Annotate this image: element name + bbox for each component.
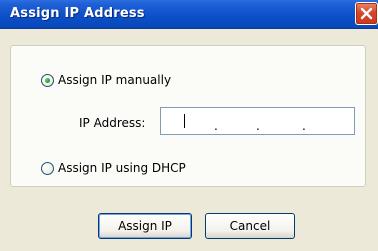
- dhcp-option-label: Assign IP using DHCP: [58, 161, 186, 175]
- ip-address-label: IP Address:: [79, 116, 146, 130]
- ip-separator: .: [214, 119, 218, 133]
- dhcp-radio[interactable]: [41, 161, 54, 175]
- radio-selected-dot: [45, 77, 50, 83]
- dialog-title: Assign IP Address: [10, 6, 145, 21]
- close-icon: [360, 7, 373, 20]
- ip-separator: .: [256, 119, 260, 133]
- assign-ip-button[interactable]: Assign IP: [98, 213, 192, 239]
- manual-option-label: Assign IP manually: [58, 73, 172, 87]
- manual-radio[interactable]: [41, 73, 54, 87]
- ip-address-input[interactable]: . . .: [160, 107, 355, 135]
- close-button[interactable]: [355, 2, 378, 25]
- title-bar[interactable]: Assign IP Address: [0, 0, 378, 29]
- cancel-button[interactable]: Cancel: [205, 213, 295, 239]
- assign-ip-dialog: Assign IP Address Assign IP manually IP …: [0, 0, 378, 251]
- ip-separator: .: [302, 119, 306, 133]
- manual-option[interactable]: Assign IP manually: [41, 73, 171, 87]
- text-caret: [184, 114, 185, 128]
- dhcp-option[interactable]: Assign IP using DHCP: [41, 161, 186, 175]
